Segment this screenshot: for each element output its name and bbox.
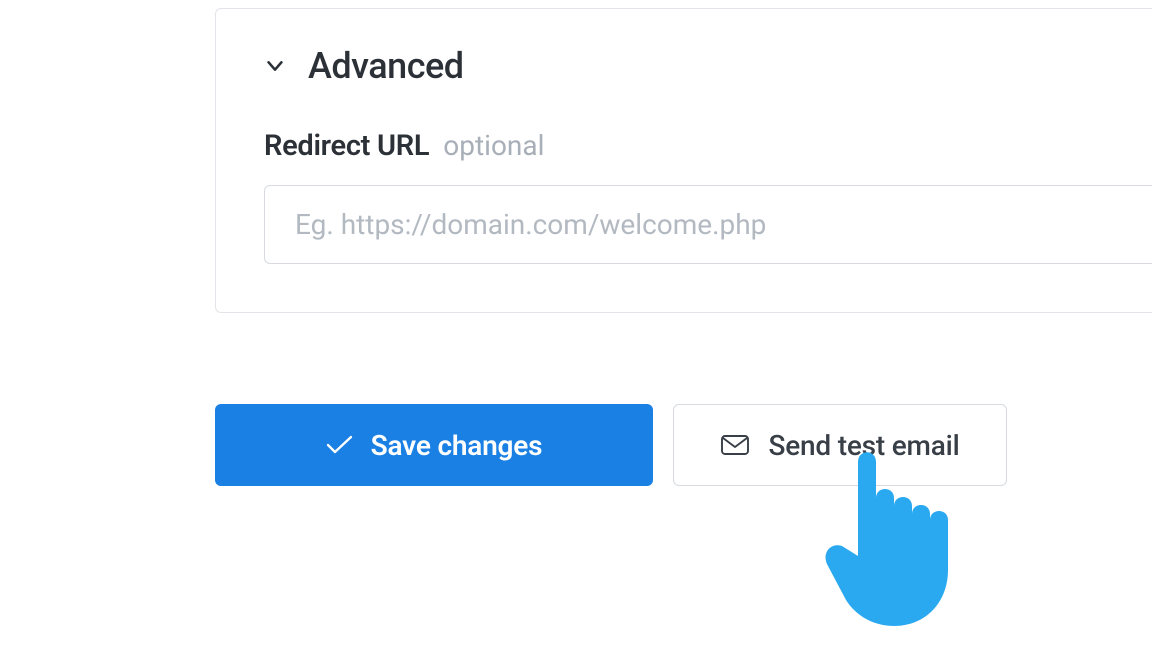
section-title: Advanced xyxy=(308,45,464,87)
save-button-label: Save changes xyxy=(371,429,543,462)
advanced-section-toggle[interactable]: Advanced xyxy=(264,45,1152,87)
send-test-email-button[interactable]: Send test email xyxy=(673,404,1007,486)
advanced-panel: Advanced Redirect URL optional xyxy=(215,8,1152,313)
checkmark-icon xyxy=(326,435,353,455)
save-changes-button[interactable]: Save changes xyxy=(215,404,653,486)
send-test-button-label: Send test email xyxy=(768,429,959,462)
redirect-url-optional-tag: optional xyxy=(443,129,544,162)
chevron-down-icon xyxy=(264,55,286,77)
envelope-icon xyxy=(720,433,750,457)
redirect-url-label-row: Redirect URL optional xyxy=(264,129,1152,163)
redirect-url-input[interactable] xyxy=(264,185,1152,264)
redirect-url-label: Redirect URL xyxy=(264,129,429,163)
action-button-row: Save changes Send test email xyxy=(215,404,1007,486)
